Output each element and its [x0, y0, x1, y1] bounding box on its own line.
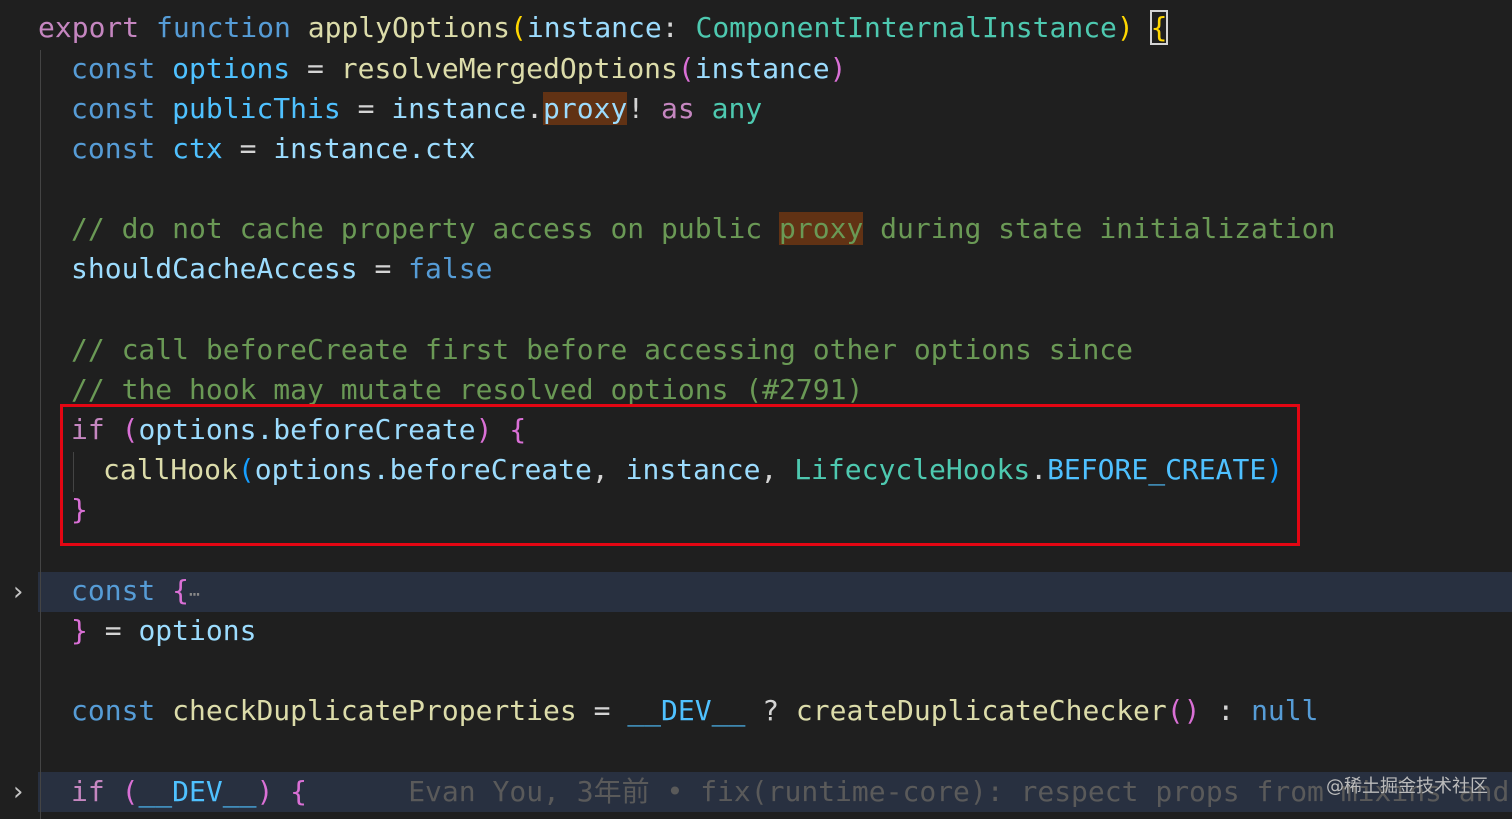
- chevron-right-icon[interactable]: ›: [0, 772, 36, 812]
- code-line-2: const options = resolveMergedOptions(ins…: [71, 52, 847, 85]
- code-line-1: export function applyOptions(instance: C…: [38, 10, 1169, 45]
- code-line-20: if (__DEV__) { Evan You, 3年前 • fix(runti…: [71, 772, 1512, 812]
- code-line-18: const checkDuplicateProperties = __DEV__…: [71, 694, 1319, 727]
- folded-row-highlight: [38, 572, 1512, 612]
- chevron-right-icon[interactable]: ›: [0, 572, 36, 612]
- code-editor[interactable]: › › export function applyOptions(instanc…: [0, 0, 1512, 819]
- code-line-7: shouldCacheAccess = false: [71, 252, 493, 285]
- code-line-3: const publicThis = instance.proxy! as an…: [71, 92, 763, 125]
- code-line-16: } = options: [71, 614, 257, 647]
- indent-guide: [40, 50, 41, 819]
- highlight-annotation-box: [60, 404, 1300, 546]
- code-line-4: const ctx = instance.ctx: [71, 132, 476, 165]
- code-line-comment: // call beforeCreate first before access…: [71, 333, 1134, 366]
- folded-ellipsis[interactable]: ⋯: [189, 584, 200, 605]
- code-line-comment: // do not cache property access on publi…: [71, 212, 1336, 245]
- code-line-folded: const {⋯: [71, 574, 200, 607]
- watermark: @稀土掘金技术社区: [1326, 776, 1488, 797]
